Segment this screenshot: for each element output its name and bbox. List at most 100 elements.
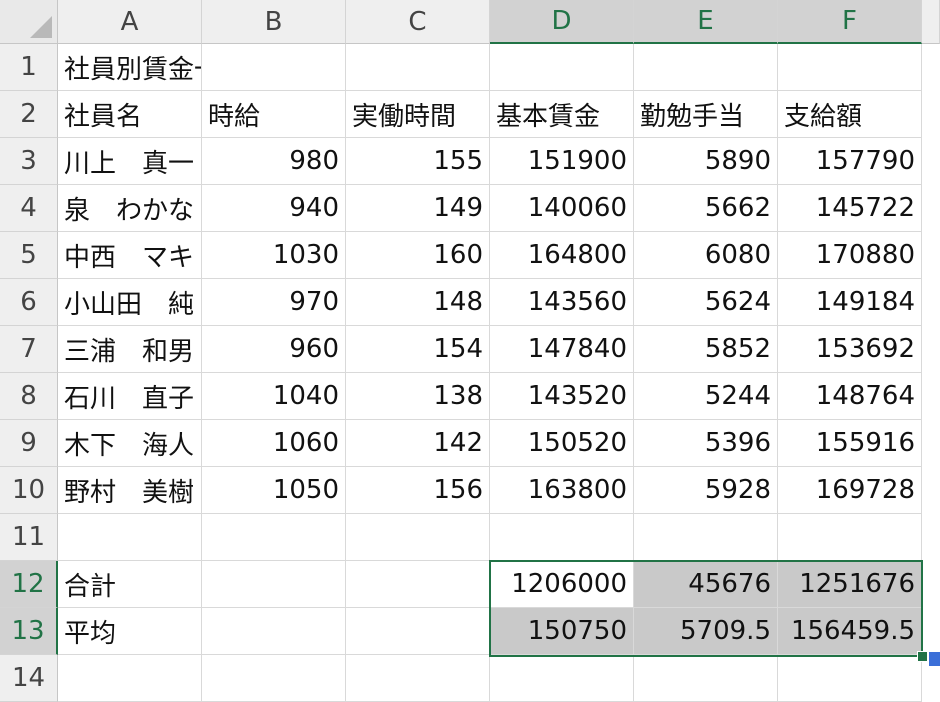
cell-A9[interactable]: 木下 海人: [58, 420, 202, 467]
fill-handle[interactable]: [917, 651, 928, 662]
cell-F7[interactable]: 153692: [778, 326, 922, 373]
cell-C3[interactable]: 155: [346, 138, 490, 185]
cell-E1[interactable]: [634, 44, 778, 91]
cell-E4[interactable]: 5662: [634, 185, 778, 232]
row-header-9[interactable]: 9: [0, 420, 58, 467]
cell-E7[interactable]: 5852: [634, 326, 778, 373]
cell-E5[interactable]: 6080: [634, 232, 778, 279]
cell-D7[interactable]: 147840: [490, 326, 634, 373]
cell-E6[interactable]: 5624: [634, 279, 778, 326]
column-header-D[interactable]: D: [490, 0, 634, 44]
cell-A10[interactable]: 野村 美樹: [58, 467, 202, 514]
cell-F14[interactable]: [778, 655, 922, 702]
cell-C13[interactable]: [346, 608, 490, 655]
cell-D11[interactable]: [490, 514, 634, 561]
row-header-13[interactable]: 13: [0, 608, 58, 655]
cell-F8[interactable]: 148764: [778, 373, 922, 420]
cell-A8[interactable]: 石川 直子: [58, 373, 202, 420]
cell-C10[interactable]: 156: [346, 467, 490, 514]
cell-B1[interactable]: [202, 44, 346, 91]
cell-E9[interactable]: 5396: [634, 420, 778, 467]
cell-D12[interactable]: 1206000: [490, 561, 634, 608]
row-header-10[interactable]: 10: [0, 467, 58, 514]
row-header-1[interactable]: 1: [0, 44, 58, 91]
cell-F6[interactable]: 149184: [778, 279, 922, 326]
row-header-7[interactable]: 7: [0, 326, 58, 373]
cell-F4[interactable]: 145722: [778, 185, 922, 232]
cell-B3[interactable]: 980: [202, 138, 346, 185]
cell-A4[interactable]: 泉 わかな: [58, 185, 202, 232]
cell-C12[interactable]: [346, 561, 490, 608]
cell-C8[interactable]: 138: [346, 373, 490, 420]
cell-D8[interactable]: 143520: [490, 373, 634, 420]
cell-D4[interactable]: 140060: [490, 185, 634, 232]
cell-A7[interactable]: 三浦 和男: [58, 326, 202, 373]
cell-C11[interactable]: [346, 514, 490, 561]
cell-E12[interactable]: 45676: [634, 561, 778, 608]
cell-E13[interactable]: 5709.5: [634, 608, 778, 655]
row-header-8[interactable]: 8: [0, 373, 58, 420]
cell-A13[interactable]: 平均: [58, 608, 202, 655]
row-header-14[interactable]: 14: [0, 655, 58, 702]
quick-analysis-icon[interactable]: [929, 652, 940, 666]
cell-F13[interactable]: 156459.5: [778, 608, 922, 655]
cell-B5[interactable]: 1030: [202, 232, 346, 279]
cell-F5[interactable]: 170880: [778, 232, 922, 279]
cell-A2[interactable]: 社員名: [58, 91, 202, 138]
cell-C6[interactable]: 148: [346, 279, 490, 326]
cell-B4[interactable]: 940: [202, 185, 346, 232]
cell-E2[interactable]: 勤勉手当: [634, 91, 778, 138]
cell-B11[interactable]: [202, 514, 346, 561]
row-header-4[interactable]: 4: [0, 185, 58, 232]
cell-B10[interactable]: 1050: [202, 467, 346, 514]
cell-F2[interactable]: 支給額: [778, 91, 922, 138]
cell-B12[interactable]: [202, 561, 346, 608]
cell-E8[interactable]: 5244: [634, 373, 778, 420]
cell-E14[interactable]: [634, 655, 778, 702]
cell-D3[interactable]: 151900: [490, 138, 634, 185]
cell-D6[interactable]: 143560: [490, 279, 634, 326]
row-header-12[interactable]: 12: [0, 561, 58, 608]
cell-B2[interactable]: 時給: [202, 91, 346, 138]
cell-C14[interactable]: [346, 655, 490, 702]
cell-F9[interactable]: 155916: [778, 420, 922, 467]
cell-A12[interactable]: 合計: [58, 561, 202, 608]
cell-E11[interactable]: [634, 514, 778, 561]
cell-D10[interactable]: 163800: [490, 467, 634, 514]
cell-B6[interactable]: 970: [202, 279, 346, 326]
cell-C9[interactable]: 142: [346, 420, 490, 467]
row-header-5[interactable]: 5: [0, 232, 58, 279]
cell-B14[interactable]: [202, 655, 346, 702]
cell-F3[interactable]: 157790: [778, 138, 922, 185]
cell-D13[interactable]: 150750: [490, 608, 634, 655]
cell-E10[interactable]: 5928: [634, 467, 778, 514]
column-header-B[interactable]: B: [202, 0, 346, 44]
cell-D14[interactable]: [490, 655, 634, 702]
row-header-2[interactable]: 2: [0, 91, 58, 138]
cell-B9[interactable]: 1060: [202, 420, 346, 467]
cell-D2[interactable]: 基本賃金: [490, 91, 634, 138]
cell-D5[interactable]: 164800: [490, 232, 634, 279]
cell-C4[interactable]: 149: [346, 185, 490, 232]
cell-F10[interactable]: 169728: [778, 467, 922, 514]
column-header-A[interactable]: A: [58, 0, 202, 44]
cell-D1[interactable]: [490, 44, 634, 91]
column-header-E[interactable]: E: [634, 0, 778, 44]
row-header-6[interactable]: 6: [0, 279, 58, 326]
cell-A6[interactable]: 小山田 純: [58, 279, 202, 326]
cell-C5[interactable]: 160: [346, 232, 490, 279]
row-header-11[interactable]: 11: [0, 514, 58, 561]
cell-F1[interactable]: [778, 44, 922, 91]
cell-F11[interactable]: [778, 514, 922, 561]
column-header-C[interactable]: C: [346, 0, 490, 44]
cell-F12[interactable]: 1251676: [778, 561, 922, 608]
cell-A14[interactable]: [58, 655, 202, 702]
cell-A11[interactable]: [58, 514, 202, 561]
cell-E3[interactable]: 5890: [634, 138, 778, 185]
cell-C2[interactable]: 実働時間: [346, 91, 490, 138]
cell-D9[interactable]: 150520: [490, 420, 634, 467]
cell-B13[interactable]: [202, 608, 346, 655]
cell-A5[interactable]: 中西 マキ: [58, 232, 202, 279]
select-all-corner[interactable]: [0, 0, 58, 44]
cell-C1[interactable]: [346, 44, 490, 91]
